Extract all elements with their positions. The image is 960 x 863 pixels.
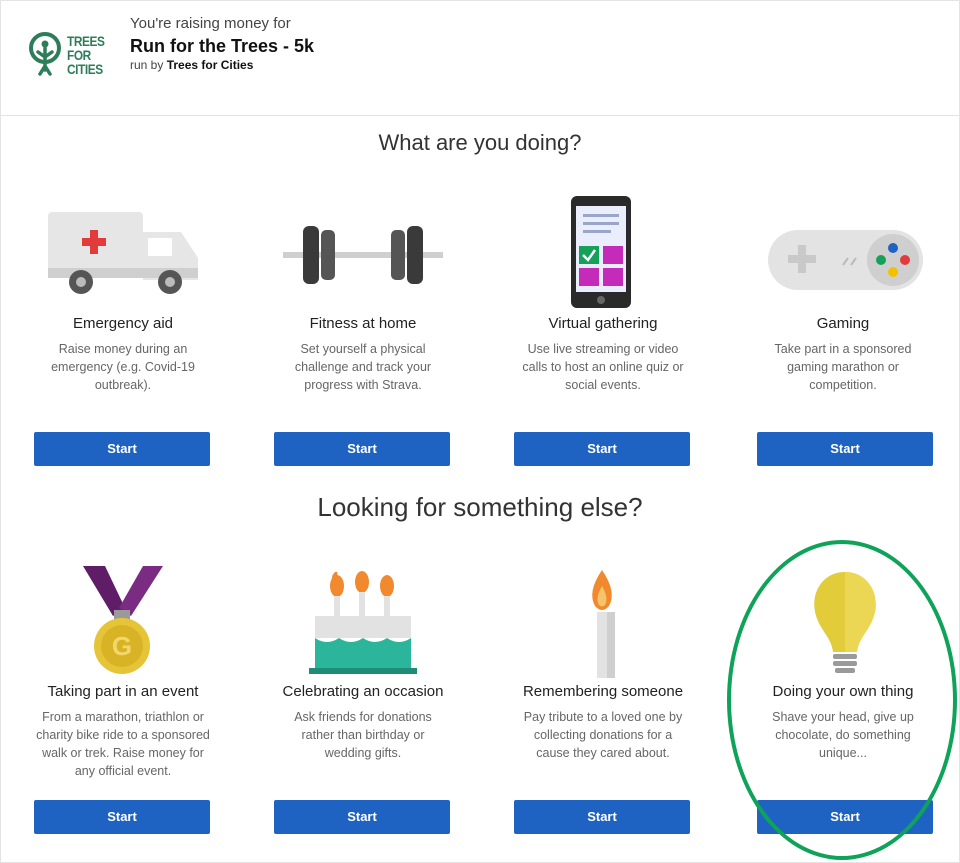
card-title: Gaming: [816, 315, 870, 332]
trees-for-cities-logo: TREES FOR CITIES: [28, 30, 108, 82]
cake-icon: [243, 560, 483, 690]
card-description: Ask friends for donations rather than bi…: [294, 710, 432, 760]
card-title: Celebrating an occasion: [282, 683, 444, 700]
start-button-fitness-at-home[interactable]: Start: [274, 432, 450, 466]
medal-icon: G: [3, 560, 243, 690]
run-by-line: run by Trees for Cities: [130, 58, 253, 72]
card-title: Emergency aid: [72, 315, 174, 332]
section-title-looking-else: Looking for something else?: [317, 492, 643, 522]
svg-text:G: G: [112, 631, 132, 661]
dumbbell-icon: [243, 190, 483, 320]
section-title-what-doing: What are you doing?: [378, 130, 582, 155]
card-virtual-gathering: Virtual gathering Use live streaming or …: [483, 180, 723, 470]
card-title: Fitness at home: [309, 315, 417, 332]
raising-label: You're raising money for: [130, 15, 291, 32]
card-title: Taking part in an event: [47, 683, 199, 700]
smartphone-icon: [483, 190, 723, 320]
card-description: Take part in a sponsored gaming marathon…: [774, 342, 912, 392]
card-title: Virtual gathering: [548, 315, 658, 332]
start-button-remembering[interactable]: Start: [514, 800, 690, 834]
card-emergency-aid: Emergency aid Raise money during an emer…: [3, 180, 243, 470]
card-fitness-at-home: Fitness at home Set yourself a physical …: [243, 180, 483, 470]
campaign-title[interactable]: Run for the Trees - 5k: [130, 36, 314, 57]
highlight-circle-annotation: [727, 540, 957, 860]
card-event: G Taking part in an event From a maratho…: [3, 560, 243, 850]
card-description: From a marathon, triathlon or charity bi…: [36, 710, 210, 778]
gamepad-icon: [723, 190, 960, 320]
card-description: Pay tribute to a loved one by collecting…: [523, 710, 683, 760]
card-gaming: Gaming Take part in a sponsored gaming m…: [723, 180, 960, 470]
start-button-virtual-gathering[interactable]: Start: [514, 432, 690, 466]
card-title: Remembering someone: [522, 683, 684, 700]
campaign-header: TREES FOR CITIES You're raising money fo…: [0, 0, 960, 116]
start-button-emergency-aid[interactable]: Start: [34, 432, 210, 466]
start-button-gaming[interactable]: Start: [757, 432, 933, 466]
run-by-prefix: run by: [130, 58, 164, 72]
start-button-occasion[interactable]: Start: [274, 800, 450, 834]
start-button-event[interactable]: Start: [34, 800, 210, 834]
ambulance-icon: [3, 190, 243, 320]
card-description: Use live streaming or video calls to hos…: [522, 342, 684, 392]
candle-icon: [483, 560, 723, 690]
card-description: Raise money during an emergency (e.g. Co…: [51, 342, 195, 392]
tree-person-icon: [29, 32, 61, 76]
run-by-org[interactable]: Trees for Cities: [167, 58, 254, 72]
card-description: Set yourself a physical challenge and tr…: [294, 342, 432, 392]
logo-wordmark: TREES FOR CITIES: [67, 33, 105, 77]
card-occasion: Celebrating an occasion Ask friends for …: [243, 560, 483, 850]
card-remembering: Remembering someone Pay tribute to a lov…: [483, 560, 723, 850]
